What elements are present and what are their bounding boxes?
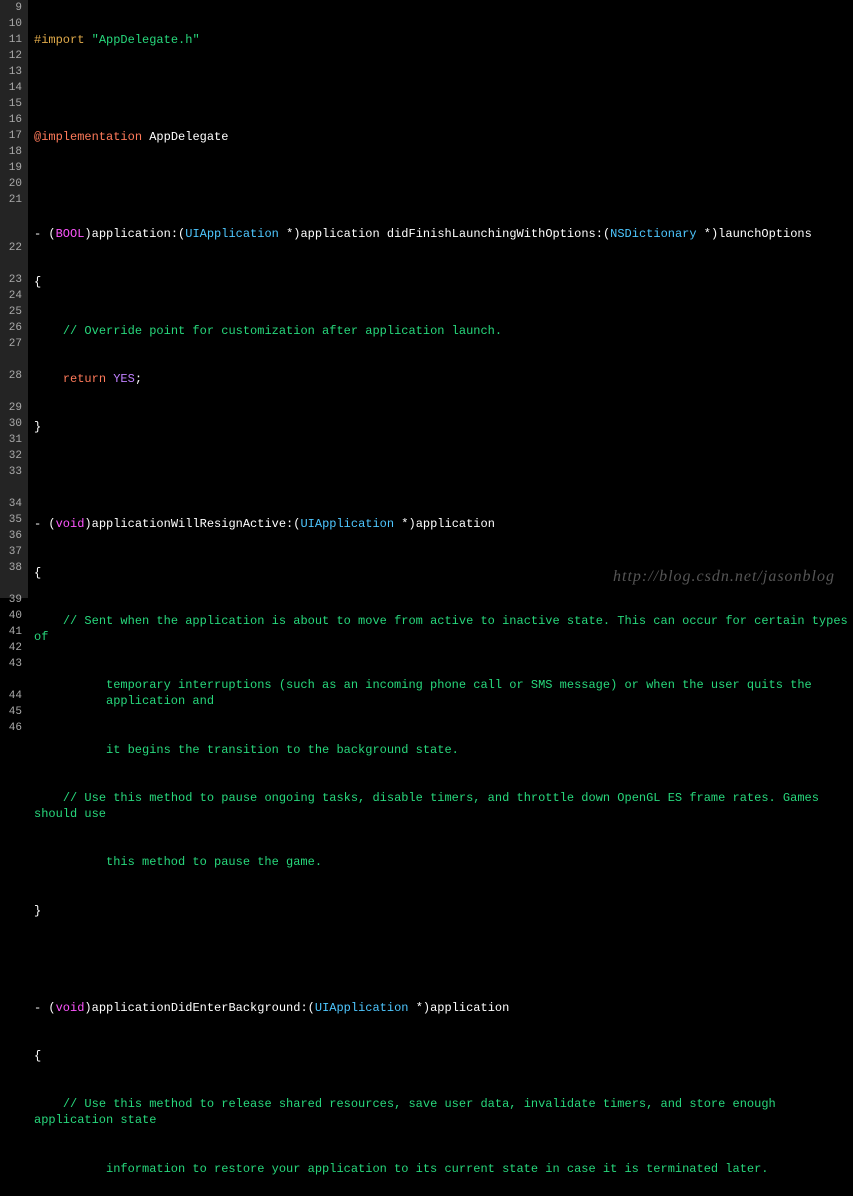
code-line: // Override point for customization afte… [34, 323, 853, 339]
line-number: 19 [0, 160, 22, 176]
code-line [34, 178, 853, 194]
code-line [34, 81, 853, 97]
line-number: 28 [0, 368, 22, 400]
line-number: 45 [0, 704, 22, 720]
code-line: it begins the transition to the backgrou… [34, 742, 853, 758]
code-line: #import "AppDelegate.h" [34, 32, 853, 48]
code-line: this method to pause the game. [34, 854, 853, 870]
line-number: 11 [0, 32, 22, 48]
code-line: } [34, 903, 853, 919]
code-line: - (BOOL)application:(UIApplication *)app… [34, 226, 853, 242]
line-number: 34 [0, 496, 22, 512]
line-number: 40 [0, 608, 22, 624]
line-number: 20 [0, 176, 22, 192]
code-line: // Sent when the application is about to… [34, 613, 853, 645]
line-number: 29 [0, 400, 22, 416]
code-line: { [34, 274, 853, 290]
line-number: 37 [0, 544, 22, 560]
line-number: 33 [0, 464, 22, 496]
line-number: 10 [0, 16, 22, 32]
code-line: { [34, 1048, 853, 1064]
code-line: // Use this method to release shared res… [34, 1096, 853, 1128]
code-line: return YES; [34, 371, 853, 387]
line-number: 13 [0, 64, 22, 80]
code-line [34, 951, 853, 967]
code-line: } [34, 419, 853, 435]
line-number: 27 [0, 336, 22, 368]
line-number: 38 [0, 560, 22, 592]
line-number: 17 [0, 128, 22, 144]
code-line [34, 468, 853, 484]
line-number: 21 [0, 192, 22, 240]
line-number: 25 [0, 304, 22, 320]
line-number: 16 [0, 112, 22, 128]
code-area[interactable]: #import "AppDelegate.h" @implementation … [28, 0, 853, 598]
line-number: 14 [0, 80, 22, 96]
line-number: 26 [0, 320, 22, 336]
line-number: 18 [0, 144, 22, 160]
line-number: 46 [0, 720, 22, 736]
line-number: 12 [0, 48, 22, 64]
code-line: { [34, 565, 853, 581]
code-line: temporary interruptions (such as an inco… [34, 677, 853, 709]
line-number: 43 [0, 656, 22, 688]
line-number: 36 [0, 528, 22, 544]
line-number: 44 [0, 688, 22, 704]
line-number: 9 [0, 0, 22, 16]
line-number: 41 [0, 624, 22, 640]
line-number: 35 [0, 512, 22, 528]
line-number: 15 [0, 96, 22, 112]
line-number: 39 [0, 592, 22, 608]
line-number: 30 [0, 416, 22, 432]
line-number: 23 [0, 272, 22, 288]
code-line: @implementation AppDelegate [34, 129, 853, 145]
line-number: 22 [0, 240, 22, 272]
code-line: - (void)applicationWillResignActive:(UIA… [34, 516, 853, 532]
code-line: - (void)applicationDidEnterBackground:(U… [34, 1000, 853, 1016]
line-number: 24 [0, 288, 22, 304]
line-number: 31 [0, 432, 22, 448]
code-line: information to restore your application … [34, 1161, 853, 1177]
code-line: // Use this method to pause ongoing task… [34, 790, 853, 822]
line-number-gutter: 9 10 11 12 13 14 15 16 17 18 19 20 21 22… [0, 0, 28, 598]
code-editor[interactable]: 9 10 11 12 13 14 15 16 17 18 19 20 21 22… [0, 0, 853, 598]
line-number: 32 [0, 448, 22, 464]
line-number: 42 [0, 640, 22, 656]
